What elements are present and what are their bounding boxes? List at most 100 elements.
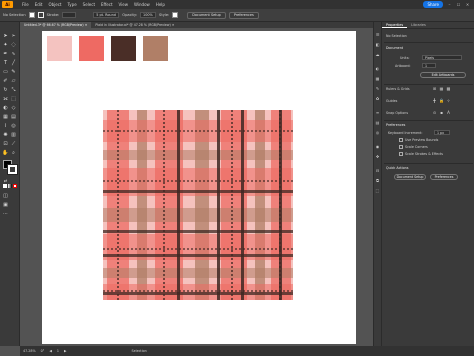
direct-selection-icon[interactable]: ➢	[10, 32, 17, 39]
color-mode-icon[interactable]	[3, 184, 7, 188]
libraries-icon[interactable]: ☁	[375, 52, 380, 57]
preferences-button[interactable]: Preferences	[228, 11, 259, 19]
smart-guides-icon[interactable]: ⊹	[446, 98, 451, 103]
draw-mode-icon[interactable]: ◫	[2, 192, 9, 199]
artboard-dropdown[interactable]: 1	[422, 63, 436, 68]
menu-type[interactable]: Type	[67, 2, 76, 7]
close-tab-icon[interactable]: ✕	[85, 23, 88, 27]
snap-point-icon[interactable]: ⊙	[432, 110, 437, 115]
properties-icon[interactable]: ☰	[375, 32, 380, 37]
lock-guides-icon[interactable]: 🔒	[439, 98, 444, 103]
swatch-light-pink[interactable]	[47, 36, 72, 61]
lasso-icon[interactable]: ◌	[10, 41, 17, 48]
width-tool-icon[interactable]: ⟗	[2, 95, 9, 102]
shape-builder-icon[interactable]: ◐	[2, 104, 9, 111]
plaid-pattern[interactable]	[103, 110, 293, 300]
rotate-icon[interactable]: ↻	[2, 86, 9, 93]
align-icon[interactable]: ⊟	[375, 168, 380, 173]
gradient-mode-icon[interactable]	[8, 184, 12, 188]
swatches-icon[interactable]: ▦	[375, 76, 380, 81]
tab-libraries[interactable]: Libraries	[407, 22, 430, 28]
stroke-swatch[interactable]	[37, 12, 44, 18]
opacity-input[interactable]: 100%	[140, 12, 157, 18]
artboard-tool-icon[interactable]: ⊡	[2, 140, 9, 147]
menu-window[interactable]: Window	[134, 2, 150, 7]
rectangle-tool-icon[interactable]: ▭	[2, 68, 9, 75]
zoom-tool-icon[interactable]: ⌕	[10, 149, 17, 156]
more-tools-icon[interactable]: ⋯	[2, 210, 9, 217]
swatch-dark-brown[interactable]	[111, 36, 136, 61]
transparency-icon[interactable]: ◎	[375, 130, 380, 135]
brushes-icon[interactable]: ✎	[375, 86, 380, 91]
share-button[interactable]: Share	[423, 1, 443, 8]
use-preview-bounds-checkbox[interactable]	[399, 138, 403, 142]
preferences-button[interactable]: Preferences	[430, 174, 458, 180]
grid-icon[interactable]: ▦	[439, 86, 444, 91]
scale-strokes-checkbox[interactable]	[399, 152, 403, 156]
graphic-styles-icon[interactable]: ❖	[375, 154, 380, 159]
document-setup-button[interactable]: Document Setup	[187, 11, 226, 19]
swatch-coral[interactable]	[79, 36, 104, 61]
menu-file[interactable]: File	[22, 2, 29, 7]
rulers-icon[interactable]: ⊞	[432, 86, 437, 91]
color-icon[interactable]: ◐	[375, 66, 380, 71]
symbols-icon[interactable]: ✿	[375, 96, 380, 101]
curvature-icon[interactable]: ∿	[10, 50, 17, 57]
hand-tool-icon[interactable]: ✋	[2, 149, 9, 156]
pathfinder-icon[interactable]: ⧉	[375, 178, 380, 183]
scale-icon[interactable]: ⤡	[10, 86, 17, 93]
menu-view[interactable]: View	[119, 2, 129, 7]
transparency-grid-icon[interactable]: ▩	[446, 86, 451, 91]
paintbrush-icon[interactable]: ✎	[10, 68, 17, 75]
keyboard-increment-input[interactable]: 1 px	[434, 130, 450, 135]
snap-glyph-icon[interactable]: A	[446, 110, 451, 115]
menu-object[interactable]: Object	[48, 2, 61, 7]
document-setup-button[interactable]: Document Setup	[394, 174, 426, 180]
screen-mode-icon[interactable]: ▣	[2, 201, 9, 208]
close-icon[interactable]: ✕	[465, 2, 470, 7]
eyedropper-icon[interactable]: ⌇	[2, 122, 9, 129]
shaper-icon[interactable]: ✐	[2, 77, 9, 84]
gradient-icon[interactable]: ▤	[10, 113, 17, 120]
line-tool-icon[interactable]: ╱	[10, 59, 17, 66]
maximize-icon[interactable]: ☐	[456, 2, 461, 7]
artboard-number[interactable]: 1	[57, 349, 59, 353]
mesh-icon[interactable]: ▦	[2, 113, 9, 120]
menu-edit[interactable]: Edit	[35, 2, 43, 7]
none-mode-icon[interactable]	[13, 184, 17, 188]
stroke-color-icon[interactable]	[7, 164, 18, 175]
scale-corners-checkbox[interactable]	[399, 145, 403, 149]
swap-colors-icon[interactable]: ⇄	[2, 177, 9, 184]
stroke-weight-dropdown[interactable]	[62, 12, 77, 18]
canvas-area[interactable]	[20, 28, 373, 346]
show-guides-icon[interactable]: ╋	[432, 98, 437, 103]
gradient-panel-icon[interactable]: ▤	[375, 120, 380, 125]
type-tool-icon[interactable]: T	[2, 59, 9, 66]
menu-help[interactable]: Help	[156, 2, 165, 7]
eraser-icon[interactable]: ▱	[10, 77, 17, 84]
symbol-sprayer-icon[interactable]: ✺	[2, 131, 9, 138]
pen-tool-icon[interactable]: ✒	[2, 50, 9, 57]
prev-artboard-icon[interactable]: ◀	[49, 349, 52, 353]
edit-artboards-button[interactable]: Edit Artboards	[420, 72, 466, 78]
snap-pixel-icon[interactable]: ▪	[439, 110, 444, 115]
stroke-icon[interactable]: ≡	[375, 110, 380, 115]
appearance-icon[interactable]: ◉	[375, 144, 380, 149]
graph-icon[interactable]: ▥	[10, 131, 17, 138]
transform-icon[interactable]: ⬚	[375, 188, 380, 193]
swatch-tan[interactable]	[143, 36, 168, 61]
layers-icon[interactable]: ◧	[375, 42, 380, 47]
tab-properties[interactable]: Properties	[382, 22, 408, 28]
free-transform-icon[interactable]: ⬚	[10, 95, 17, 102]
units-dropdown[interactable]: Pixels	[422, 55, 462, 60]
close-tab-icon[interactable]: ✕	[172, 23, 175, 27]
fill-swatch[interactable]	[28, 12, 35, 18]
perspective-icon[interactable]: ◇	[10, 104, 17, 111]
rotation-value[interactable]: 0°	[41, 349, 45, 353]
style-swatch[interactable]	[172, 12, 179, 18]
zoom-level[interactable]: 47.28%	[23, 349, 36, 353]
slice-icon[interactable]: ⟋	[10, 140, 17, 147]
selection-tool-icon[interactable]: ➤	[2, 32, 9, 39]
magic-wand-icon[interactable]: ✦	[2, 41, 9, 48]
minimize-icon[interactable]: –	[447, 2, 452, 7]
